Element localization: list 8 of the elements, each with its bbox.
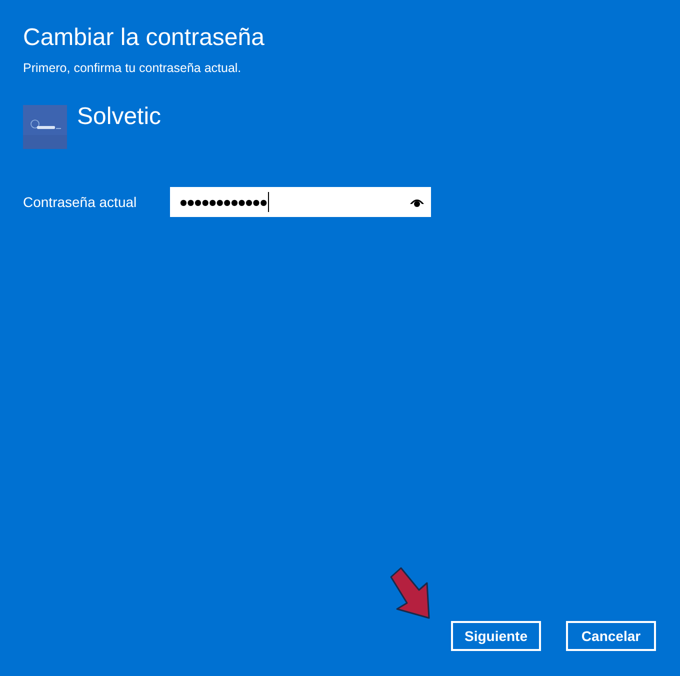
password-field[interactable]: ●●●●●●●●●●●● [170,187,431,217]
cancel-button[interactable]: Cancelar [566,621,656,651]
account-name: Solvetic [77,105,162,129]
dialog-title: Cambiar la contraseña [23,23,266,53]
next-button[interactable]: Siguiente [451,621,541,651]
field-label: Contraseña actual [23,194,138,210]
eye-icon[interactable] [409,197,425,207]
instruction-text: Primero, confirma tu contraseña actual. [23,61,242,75]
